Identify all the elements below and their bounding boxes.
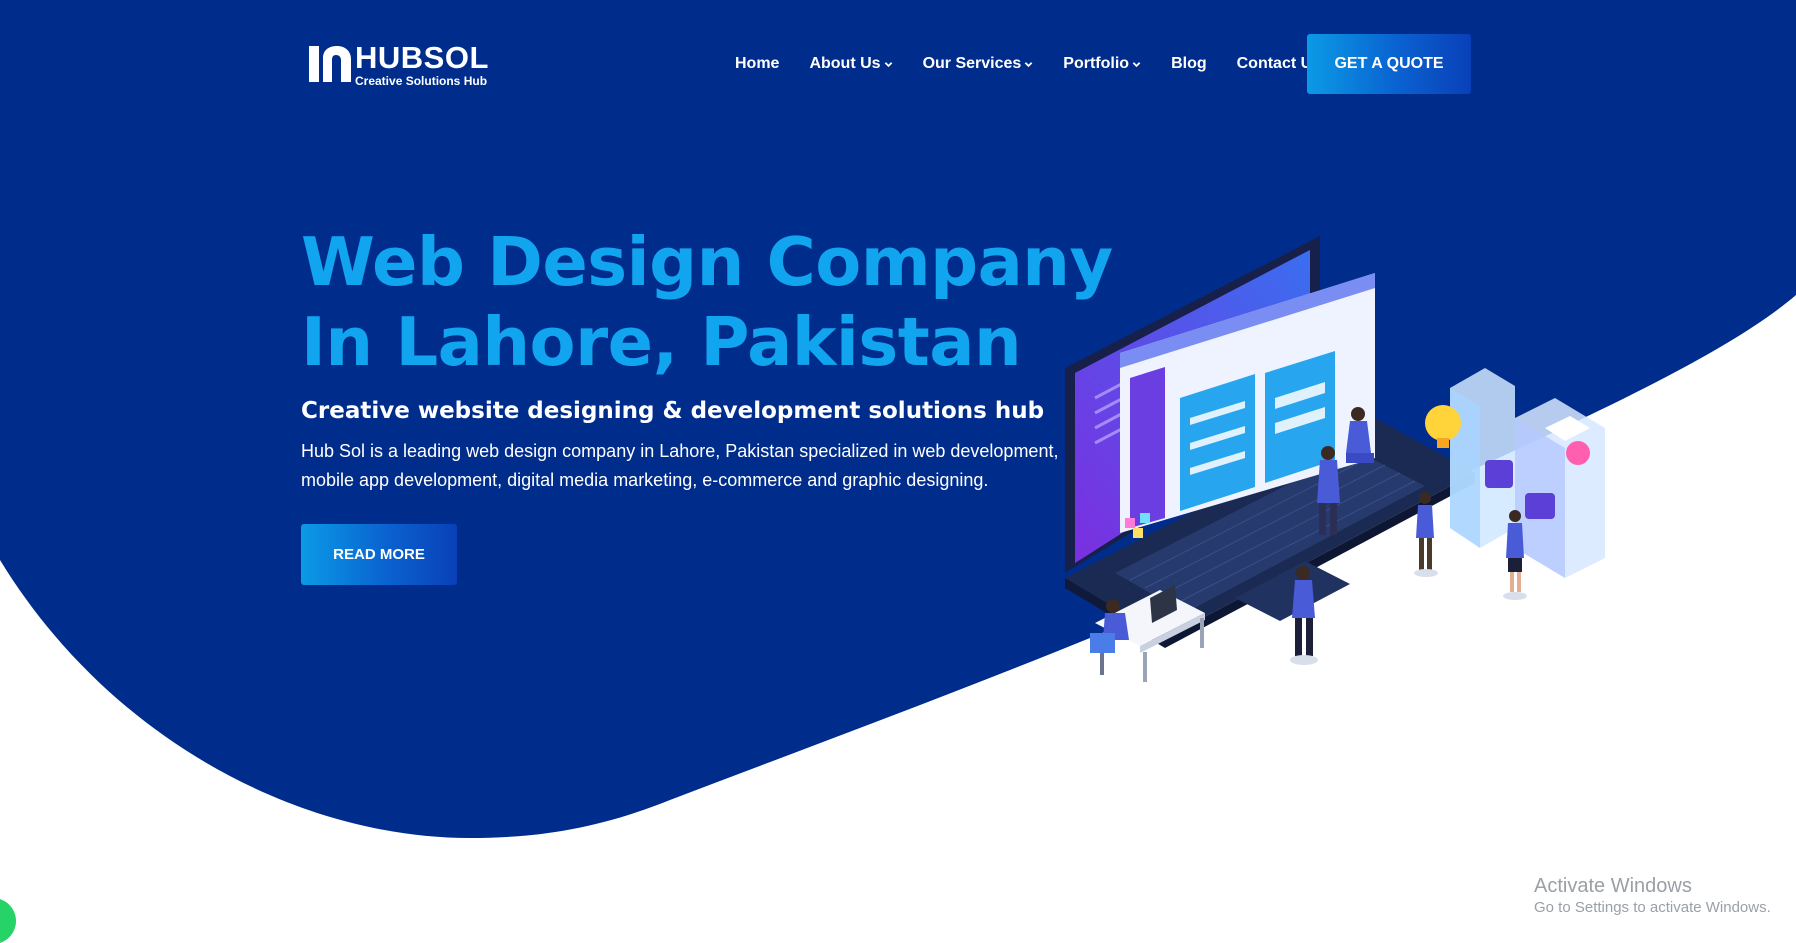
- hero-title: Web Design Company In Lahore, Pakistan: [301, 222, 1121, 382]
- chevron-down-icon: [1132, 61, 1141, 67]
- nav-item-portfolio[interactable]: Portfolio: [1063, 55, 1141, 73]
- nav-item-home[interactable]: Home: [735, 55, 779, 73]
- hero-subtitle: Creative website designing & development…: [301, 398, 1045, 424]
- hero-title-line1: Web Design Company: [301, 223, 1113, 301]
- nav-label: Blog: [1171, 55, 1207, 72]
- nav-label: Our Services: [922, 55, 1022, 72]
- nav-item-blog[interactable]: Blog: [1171, 55, 1207, 73]
- nav-label: About Us: [809, 55, 881, 72]
- activate-windows-watermark: Activate Windows Go to Settings to activ…: [1534, 874, 1771, 918]
- watermark-subtitle: Go to Settings to activate Windows.: [1534, 899, 1771, 916]
- watermark-title: Activate Windows: [1534, 875, 1692, 897]
- isometric-laptop-team-ux-illustration: [1065, 236, 1605, 682]
- get-a-quote-button[interactable]: GET A QUOTE: [1307, 34, 1471, 94]
- logo-tagline: Creative Solutions Hub: [355, 73, 488, 88]
- chevron-down-icon: [1025, 61, 1033, 67]
- hubsol-logo-icon: [307, 44, 353, 84]
- read-more-button[interactable]: READ MORE: [301, 524, 457, 585]
- logo-name: HUBSOL: [355, 39, 489, 75]
- main-nav: Home About Us Our Services Portfolio Blo…: [735, 52, 1351, 76]
- hero-title-line2: In Lahore, Pakistan: [301, 303, 1022, 381]
- nav-item-our-services[interactable]: Our Services: [923, 55, 1034, 73]
- site-logo[interactable]: HUBSOL Creative Solutions Hub: [307, 39, 489, 88]
- nav-label: Portfolio: [1063, 55, 1130, 72]
- nav-label: Home: [735, 55, 780, 72]
- chevron-down-icon: [884, 61, 892, 67]
- nav-item-about-us[interactable]: About Us: [809, 55, 892, 73]
- hero-description: Hub Sol is a leading web design company …: [301, 441, 1059, 490]
